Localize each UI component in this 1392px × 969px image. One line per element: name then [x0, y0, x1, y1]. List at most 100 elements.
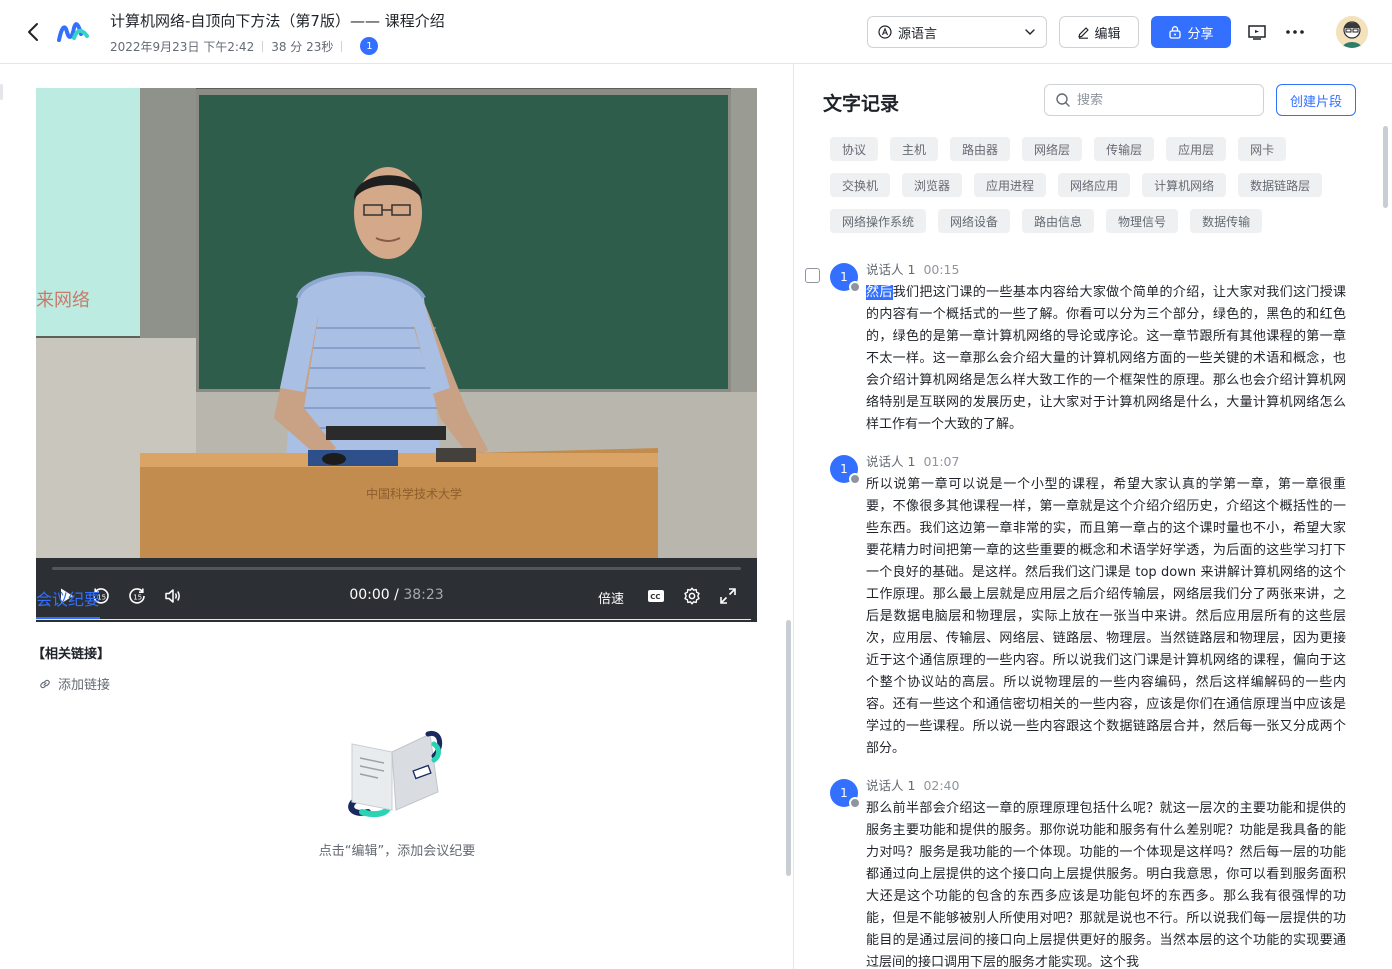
- speaker-name[interactable]: 说话人 1: [866, 454, 915, 469]
- back-arrow-icon[interactable]: [22, 20, 46, 44]
- share-lock-icon: [1169, 26, 1182, 39]
- time-separator: /: [389, 587, 404, 603]
- video-player[interactable]: 来网络 中国科学技术大学: [36, 88, 757, 558]
- transcript-scrollbar[interactable]: [1383, 126, 1388, 208]
- edit-button[interactable]: 编辑: [1059, 16, 1139, 48]
- transcript-search[interactable]: [1044, 84, 1264, 116]
- keyword-tag[interactable]: 路由器: [950, 137, 1011, 161]
- add-link-button[interactable]: 添加链接: [38, 674, 110, 693]
- keyword-tags: 协议 主机 路由器 网络层 传输层 应用层 网卡 交换机 浏览器 应用进程 网络应用 计算机网络 数据链…: [830, 137, 1370, 245]
- app-logo: [57, 22, 89, 42]
- settings-gear-icon[interactable]: [682, 586, 702, 606]
- keyword-tag[interactable]: 协议: [830, 137, 879, 161]
- speaker-name[interactable]: 说话人 1: [866, 262, 915, 277]
- add-link-label: 添加链接: [58, 678, 111, 693]
- video-progress-bar[interactable]: [52, 567, 741, 570]
- keyword-tag[interactable]: 应用层: [1166, 137, 1227, 161]
- share-button[interactable]: 分享: [1151, 16, 1231, 48]
- presentation-icon[interactable]: [1247, 22, 1267, 42]
- empty-notes-illustration: [348, 730, 443, 818]
- recording-meta: 2022年9月23日 下午2:42 38 分 23秒 1: [110, 37, 379, 55]
- tag-row: 交换机 浏览器 应用进程 网络应用 计算机网络 数据链路层: [830, 173, 1370, 197]
- language-select[interactable]: 源语言: [867, 16, 1047, 48]
- keyword-tag[interactable]: 网络设备: [938, 209, 1011, 233]
- language-select-value: 源语言: [898, 26, 938, 42]
- segment-timestamp[interactable]: 01:07: [923, 454, 959, 469]
- segment-header: 说话人 1 02:40: [866, 774, 1346, 798]
- edit-button-label: 编辑: [1094, 26, 1121, 42]
- empty-minutes-hint: 点击“编辑”，添加会议纪要: [318, 844, 476, 859]
- transcript-segment: 1 说话人 1 02:40 那么前半部会介绍这一章的原理原理包括什么呢？就这一层次的主…: [795, 774, 1392, 969]
- recording-duration: 38 分 23秒: [271, 39, 334, 54]
- svg-text:CC: CC: [650, 593, 660, 601]
- keyword-tag[interactable]: 网卡: [1238, 137, 1287, 161]
- podium-engraving: 中国科学技术大学: [366, 486, 462, 501]
- highlighted-word[interactable]: 然后: [866, 285, 893, 300]
- projector-screen-text: 来网络: [36, 290, 90, 311]
- search-icon: [1056, 93, 1070, 107]
- fullscreen-icon[interactable]: [718, 586, 738, 606]
- keyword-tag[interactable]: 物理信号: [1106, 209, 1179, 233]
- segment-header: 说话人 1 01:07: [866, 450, 1346, 474]
- speaker-avatar-label: 1: [840, 786, 848, 800]
- transcript-title: 文字记录: [823, 93, 900, 115]
- tab-meeting-minutes[interactable]: 会议纪要: [36, 586, 100, 610]
- speaker-avatar[interactable]: 1: [830, 455, 861, 485]
- keyword-tag[interactable]: 传输层: [1094, 137, 1155, 161]
- subtitles-icon[interactable]: CC: [646, 586, 666, 606]
- keyword-tag[interactable]: 数据链路层: [1238, 173, 1323, 197]
- user-avatar[interactable]: [1336, 16, 1368, 48]
- meta-divider: [262, 40, 264, 52]
- segment-checkbox[interactable]: [805, 268, 820, 283]
- meta-divider: [341, 40, 343, 52]
- speaker-avatar[interactable]: 1: [830, 779, 861, 809]
- panel-edge-handle[interactable]: [0, 84, 3, 100]
- segment-text[interactable]: 然后我们把这门课的一些基本内容给大家做个简单的介绍，让大家对我们这门授课的内容有…: [866, 282, 1346, 436]
- keyword-tag[interactable]: 网络操作系统: [830, 209, 927, 233]
- segment-text[interactable]: 所以说第一章可以说是一个小型的课程，希望大家认真的学第一章，第一章很重要，不像很…: [866, 474, 1346, 760]
- speaker-edit-icon[interactable]: [849, 473, 861, 485]
- keyword-tag[interactable]: 数据传输: [1190, 209, 1263, 233]
- keyword-tag[interactable]: 主机: [890, 137, 939, 161]
- segment-text[interactable]: 那么前半部会介绍这一章的原理原理包括什么呢？就这一层次的主要功能和提供的服务主要…: [866, 798, 1346, 969]
- speaker-avatar[interactable]: 1: [830, 263, 861, 293]
- speaker-avatar-label: 1: [840, 270, 848, 284]
- keyword-tag[interactable]: 网络层: [1022, 137, 1083, 161]
- speaker-edit-icon[interactable]: [849, 797, 861, 809]
- tag-row: 网络操作系统 网络设备 路由信息 物理信号 数据传输: [830, 209, 1370, 233]
- video-controls: 15 15 00:00 / 38:23 倍速 CC: [36, 558, 757, 622]
- transcript-panel: 文字记录 创建片段 协议主机路由器网络层传输层应用层网卡交换机浏览器应用进程网络…: [795, 64, 1392, 969]
- share-button-label: 分享: [1187, 26, 1214, 42]
- playback-speed-button[interactable]: 倍速: [598, 588, 624, 607]
- keyword-tag[interactable]: 路由信息: [1022, 209, 1095, 233]
- recording-date: 2022年9月23日 下午2:42: [110, 39, 255, 54]
- left-panel-scrollbar[interactable]: [786, 620, 791, 876]
- tab-divider: [36, 619, 751, 620]
- segment-timestamp[interactable]: 02:40: [923, 778, 959, 793]
- transcript-segment: 1 说话人 1 01:07 所以说第一章可以说是一个小型的课程，希望大家认真的学第一章…: [795, 450, 1392, 760]
- more-options-icon[interactable]: [1284, 22, 1306, 42]
- transcript-segments: 1 说话人 1 00:15 然后我们把这门课的一些基本内容给大家做个简单的介绍，让大家…: [795, 258, 1392, 969]
- keyword-tag[interactable]: 计算机网络: [1142, 173, 1227, 197]
- video-frame-lecturer: 来网络 中国科学技术大学: [36, 88, 757, 558]
- search-input[interactable]: [1077, 92, 1237, 108]
- pencil-icon: [1078, 26, 1090, 39]
- page-title: 计算机网络-自顶向下方法（第7版）—— 课程介绍: [110, 12, 445, 30]
- transcript-segment: 1 说话人 1 00:15 然后我们把这门课的一些基本内容给大家做个简单的介绍，让大家…: [795, 258, 1392, 436]
- segment-body: 我们把这门课的一些基本内容给大家做个简单的介绍，让大家对我们这门授课的内容有一个…: [866, 285, 1346, 432]
- segment-timestamp[interactable]: 00:15: [923, 262, 959, 277]
- top-bar: 计算机网络-自顶向下方法（第7版）—— 课程介绍 2022年9月23日 下午2:…: [0, 0, 1392, 64]
- link-icon: [40, 679, 50, 688]
- keyword-tag[interactable]: 交换机: [830, 173, 891, 197]
- participants-badge[interactable]: 1: [360, 37, 379, 55]
- speaker-name[interactable]: 说话人 1: [866, 778, 915, 793]
- tag-row: 协议 主机 路由器 网络层 传输层 应用层 网卡: [830, 137, 1370, 161]
- keyword-tag[interactable]: 应用进程: [974, 173, 1047, 197]
- keyword-tag[interactable]: 网络应用: [1058, 173, 1131, 197]
- speaker-edit-icon[interactable]: [849, 281, 861, 293]
- related-links-heading: 【相关链接】: [32, 647, 111, 662]
- segment-body: 所以说第一章可以说是一个小型的课程，希望大家认真的学第一章，第一章很重要，不像很…: [866, 477, 1346, 756]
- keyword-tag[interactable]: 浏览器: [902, 173, 963, 197]
- create-clip-button[interactable]: 创建片段: [1276, 84, 1356, 116]
- left-panel: 来网络 中国科学技术大学 15 15 00:00 / 38:23 倍速 CC 会…: [0, 64, 794, 969]
